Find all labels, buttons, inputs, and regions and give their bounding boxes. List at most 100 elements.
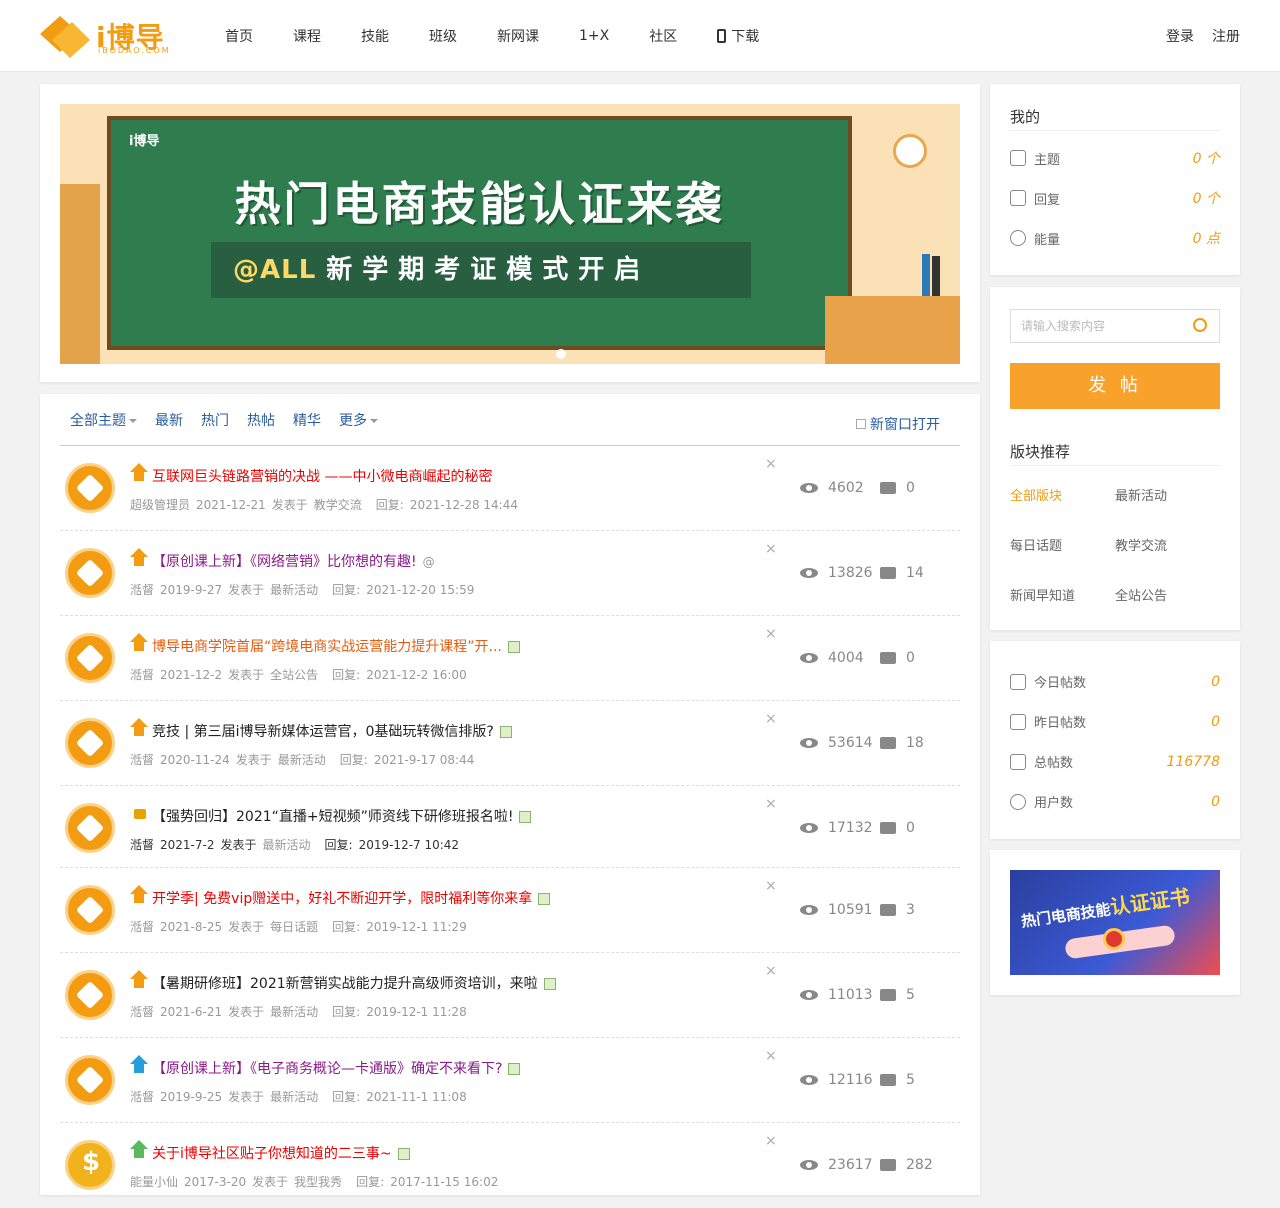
close-icon[interactable]: × — [765, 963, 777, 979]
avatar[interactable] — [65, 1140, 115, 1190]
certificate-ad-banner[interactable]: 热门电商技能认证证书 — [1010, 870, 1220, 975]
thread-forum[interactable]: 教学交流 — [314, 498, 362, 512]
thread-forum[interactable]: 我型我秀 — [294, 1175, 342, 1189]
nav-1x[interactable]: 1+X — [579, 28, 609, 44]
replies-count: 0 — [906, 820, 915, 836]
thread-views: 23617 — [800, 1157, 873, 1173]
close-icon[interactable]: × — [765, 541, 777, 557]
new-window-toggle[interactable]: 新窗口打开 — [856, 414, 940, 434]
nav-skills[interactable]: 技能 — [361, 26, 389, 46]
thread-author[interactable]: 湉督 — [130, 1090, 154, 1104]
nav-home[interactable]: 首页 — [225, 26, 253, 46]
my-topics-row[interactable]: 主题 0 个 — [1010, 148, 1220, 168]
thread-title[interactable]: 博导电商学院首届“跨境电商实战运营能力提升课程”开... — [152, 636, 520, 656]
tab-hot-posts[interactable]: 热帖 — [247, 410, 275, 430]
close-icon[interactable]: × — [765, 456, 777, 472]
thread-forum[interactable]: 最新活动 — [270, 1005, 318, 1019]
register-link[interactable]: 注册 — [1212, 26, 1240, 46]
new-post-button[interactable]: 发 帖 — [1010, 363, 1220, 409]
board-daily-topics[interactable]: 每日话题 — [1010, 535, 1062, 554]
avatar[interactable] — [65, 885, 115, 935]
today-posts-value: 0 — [1211, 673, 1220, 690]
thread-title[interactable]: 开学季| 免费vip赠送中，好礼不断迎开学，限时福利等你来拿 — [152, 888, 551, 908]
tab-more[interactable]: 更多 — [339, 410, 378, 430]
thread-author[interactable]: 湉督 — [130, 920, 154, 934]
login-link[interactable]: 登录 — [1166, 26, 1194, 46]
tab-featured[interactable]: 精华 — [293, 410, 321, 430]
close-icon[interactable]: × — [765, 1048, 777, 1064]
thread-author[interactable]: 能量小仙 — [130, 1175, 178, 1189]
tab-all-topics[interactable]: 全部主题 — [70, 410, 137, 430]
thread-title-text: 【暑期研修班】2021新营销实战能力提升高级师资培训，来啦 — [152, 976, 538, 992]
thread-views: 4602 — [800, 480, 864, 496]
avatar[interactable] — [65, 970, 115, 1020]
thread-title[interactable]: 【原创课上新】《电子商务概论—卡通版》确定不来看下? — [152, 1058, 521, 1078]
close-icon[interactable]: × — [765, 711, 777, 727]
thread-title[interactable]: 【原创课上新】《网络营销》比你想的有趣! @ — [152, 551, 435, 571]
thread-author[interactable]: 湉督 — [130, 838, 154, 852]
image-attachment-icon — [397, 1148, 410, 1160]
search-input[interactable]: 请输入搜索内容 — [1010, 309, 1220, 343]
close-icon[interactable]: × — [765, 626, 777, 642]
thread-views: 17132 — [800, 820, 873, 836]
thread-title[interactable]: 关于i博导社区贴子你想知道的二三事~ — [152, 1143, 410, 1163]
board-announcements[interactable]: 全站公告 — [1115, 585, 1167, 604]
thread-reply-label: 回复: — [324, 838, 353, 852]
board-all[interactable]: 全部版块 — [1010, 485, 1062, 504]
sticky-topic-icon — [130, 463, 148, 481]
nav-community[interactable]: 社区 — [649, 26, 677, 46]
search-icon[interactable] — [1193, 318, 1207, 332]
banner-decoration-door — [60, 184, 100, 364]
nav-new-online-courses[interactable]: 新网课 — [497, 26, 539, 46]
avatar[interactable] — [65, 548, 115, 598]
board-latest-activities[interactable]: 最新活动 — [1115, 485, 1167, 504]
thread-forum[interactable]: 每日话题 — [270, 920, 318, 934]
thread-author[interactable]: 湉督 — [130, 583, 154, 597]
tab-latest[interactable]: 最新 — [155, 410, 183, 430]
thread-forum[interactable]: 最新活动 — [270, 1090, 318, 1104]
yesterday-posts-label: 昨日帖数 — [1034, 716, 1087, 731]
avatar[interactable] — [65, 1055, 115, 1105]
my-replies-row[interactable]: 回复 0 个 — [1010, 188, 1220, 208]
thread-last-reply: 2021-9-17 08:44 — [373, 753, 475, 767]
thread-title[interactable]: 【暑期研修班】2021新营销实战能力提升高级师资培训，来啦 — [152, 973, 556, 993]
avatar[interactable] — [65, 803, 115, 853]
top-navbar: i博导 iBODAO.COM 首页 课程 技能 班级 新网课 1+X 社区 下载… — [0, 0, 1280, 72]
board-news[interactable]: 新闻早知道 — [1010, 585, 1075, 604]
thread-posted-in: 发表于 — [228, 1005, 265, 1019]
thread-last-reply: 2017-11-15 16:02 — [390, 1175, 499, 1189]
chalkboard-illustration: i博导 热门电商技能认证来袭 @ALL 新学期考证模式开启 — [107, 116, 852, 359]
close-icon[interactable]: × — [765, 878, 777, 894]
nav-download[interactable]: 下载 — [717, 26, 759, 46]
carousel-dot[interactable] — [556, 349, 566, 359]
close-icon[interactable]: × — [765, 1133, 777, 1149]
phone-icon — [717, 29, 727, 43]
thread-author[interactable]: 湉督 — [130, 668, 154, 682]
thread-author[interactable]: 湉督 — [130, 753, 154, 767]
thread-title[interactable]: 【强势回归】2021“直播+短视频”师资线下研修班报名啦! — [152, 806, 532, 826]
board-teaching-exchange[interactable]: 教学交流 — [1115, 535, 1167, 554]
close-icon[interactable]: × — [765, 796, 777, 812]
tab-hot[interactable]: 热门 — [201, 410, 229, 430]
thread-title[interactable]: 竞技 | 第三届i博导新媒体运营官，0基础玩转微信排版? — [152, 721, 512, 741]
thread-forum[interactable]: 最新活动 — [263, 838, 311, 852]
yesterday-posts-row: 昨日帖数 0 — [1010, 712, 1220, 731]
my-energy-row[interactable]: 能量 0 点 — [1010, 228, 1220, 248]
user-icon — [1010, 793, 1026, 810]
checkbox[interactable] — [856, 419, 866, 429]
thread-forum[interactable]: 最新活动 — [278, 753, 326, 767]
avatar[interactable] — [65, 633, 115, 683]
thread-forum[interactable]: 最新活动 — [270, 583, 318, 597]
thread-author[interactable]: 湉督 — [130, 1005, 154, 1019]
thread-date: 2017-3-20 — [184, 1175, 247, 1189]
thread-title[interactable]: 互联网巨头链路营销的决战 ——中小微电商崛起的秘密 — [152, 466, 492, 486]
nav-courses[interactable]: 课程 — [293, 26, 321, 46]
avatar[interactable] — [65, 463, 115, 513]
banner-carousel[interactable]: i博导 热门电商技能认证来袭 @ALL 新学期考证模式开启 — [60, 104, 960, 364]
avatar[interactable] — [65, 718, 115, 768]
thread-author[interactable]: 超级管理员 — [130, 498, 190, 512]
site-logo[interactable]: i博导 iBODAO.COM — [38, 14, 178, 58]
thread-forum[interactable]: 全站公告 — [270, 668, 318, 682]
nav-classes[interactable]: 班级 — [429, 26, 457, 46]
table-row: 【原创课上新】《网络营销》比你想的有趣! @ 湉督 2019-9-27 发表于 最新活动… — [60, 531, 960, 616]
